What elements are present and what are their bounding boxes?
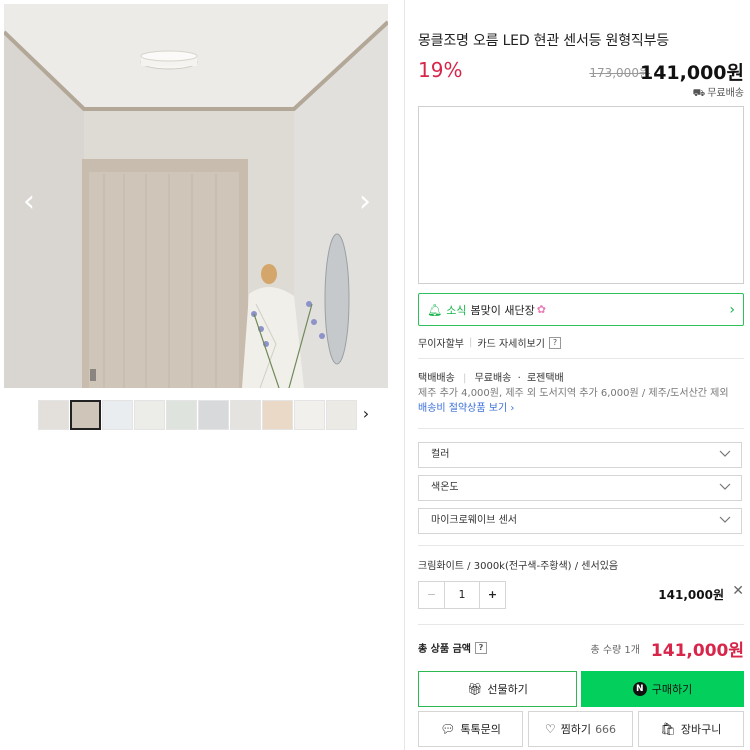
shipping-extra-fee: 제주 추가 4,000원, 제주 외 도서지역 추가 6,000원 / 제주/도… — [418, 388, 729, 399]
thumbnail[interactable] — [294, 400, 325, 430]
option-label: 색온도 — [431, 482, 459, 493]
separator: | — [469, 337, 473, 348]
panel-divider — [404, 0, 405, 750]
main-product-photo[interactable]: ‹ › — [4, 4, 388, 388]
free-shipping-label: 무료배송 — [707, 88, 744, 99]
option-label: 컬러 — [431, 449, 450, 460]
gift-icon: 🎁︎ — [467, 682, 483, 696]
total-price: 141,000원 — [650, 641, 744, 661]
shipping-info: 택배배송 | 무료배송 · 로젠택배 제주 추가 4,000원, 제주 외 도서… — [418, 373, 729, 414]
option-select-color[interactable]: 컬러 — [418, 442, 742, 468]
divider — [418, 358, 744, 359]
help-icon[interactable]: ? — [474, 641, 487, 654]
gift-button[interactable]: 🎁︎ 선물하기 — [418, 671, 577, 707]
shipping-method: 택배배송 — [418, 373, 455, 384]
shipping-saving-link[interactable]: 배송비 절약상품 보기 — [418, 403, 507, 414]
product-content-placeholder — [418, 106, 744, 284]
divider — [418, 428, 744, 429]
remove-option-button[interactable]: ✕ — [732, 583, 744, 599]
thumbnail[interactable] — [102, 400, 133, 430]
talk-label: 톡톡문의 — [460, 723, 501, 736]
increase-quantity-button[interactable]: + — [479, 582, 505, 608]
selected-option-price: 141,000원 — [658, 588, 724, 602]
thumbnail[interactable] — [198, 400, 229, 430]
option-select-sensor[interactable]: 마이크로웨이브 센서 — [418, 508, 742, 534]
divider — [418, 545, 744, 546]
product-title: 몽클조명 오름 LED 현관 센서등 원형직부등 — [418, 33, 669, 49]
thumbnail[interactable] — [134, 400, 165, 430]
chevron-right-icon: › — [729, 301, 735, 318]
news-tag: 소식 — [446, 303, 467, 317]
quantity-stepper: − 1 + — [418, 581, 506, 609]
total-price-label: 총 상품 금액 ? — [418, 640, 487, 655]
thumbnail[interactable] — [166, 400, 197, 430]
thumbnails-next-button[interactable]: › — [358, 404, 374, 423]
total-quantity: 총 수량 1개 — [590, 645, 640, 656]
interest-free-label: 무이자할부 — [418, 339, 464, 350]
thumbnail[interactable] — [38, 400, 69, 430]
flower-icon: ✿ — [536, 303, 546, 316]
gift-label: 선물하기 — [487, 683, 528, 696]
thumbnail[interactable] — [230, 400, 261, 430]
card-benefit-link[interactable]: 카드 자세히보기 — [477, 335, 545, 350]
hallway-photo-illustration — [4, 4, 388, 388]
selected-option-summary: 크림화이트 / 3000k(전구색-주황색) / 센서있음 — [418, 561, 619, 572]
decrease-quantity-button[interactable]: − — [419, 582, 445, 608]
total-label-text: 총 상품 금액 — [418, 644, 471, 655]
wishlist-button[interactable]: ♡ 찜하기 666 — [528, 711, 633, 747]
news-text: 봄맞이 새단장 — [470, 303, 535, 317]
naver-pay-icon: N — [632, 682, 647, 696]
divider — [418, 624, 744, 625]
chevron-down-icon — [719, 483, 731, 490]
discount-rate: 19% — [418, 58, 463, 82]
bell-icon: 🔔︎ — [427, 302, 443, 317]
chat-bubble-icon: 💬︎ — [440, 722, 456, 736]
chevron-right-icon: › — [510, 403, 515, 414]
free-shipping-badge: ⛟ 무료배송 — [693, 84, 744, 101]
shipping-carrier: 로젠택배 — [526, 373, 564, 384]
payment-benefits: 무이자할부 | 카드 자세히보기 ? — [418, 335, 561, 350]
cart-label: 장바구니 — [680, 723, 722, 736]
help-icon[interactable]: ? — [548, 336, 561, 349]
shopping-bag-icon: 🛍︎ — [660, 722, 676, 736]
option-label: 마이크로웨이브 센서 — [431, 515, 517, 526]
buy-now-button[interactable]: N 구매하기 — [581, 671, 744, 707]
previous-image-button[interactable]: ‹ — [16, 182, 42, 222]
sale-price: 141,000원 — [639, 62, 744, 84]
option-select-color-temperature[interactable]: 색온도 — [418, 475, 742, 501]
thumbnail[interactable] — [326, 400, 357, 430]
chevron-down-icon — [719, 516, 731, 523]
buy-label: 구매하기 — [651, 683, 693, 696]
next-image-button[interactable]: › — [352, 182, 378, 222]
heart-icon: ♡ — [544, 722, 556, 736]
thumbnail[interactable] — [262, 400, 293, 430]
chevron-down-icon — [719, 450, 731, 457]
product-gallery: ‹ › › — [0, 0, 388, 750]
thumbnail-strip — [38, 400, 357, 430]
thumbnail-active[interactable] — [70, 400, 101, 430]
wish-label: 찜하기 — [560, 723, 592, 736]
truck-icon: ⛟ — [692, 88, 706, 99]
quantity-value[interactable]: 1 — [445, 582, 479, 608]
talktalk-inquiry-button[interactable]: 💬︎ 톡톡문의 — [418, 711, 523, 747]
shipping-fee: 무료배송 — [474, 373, 512, 384]
cart-button[interactable]: 🛍︎ 장바구니 — [638, 711, 744, 747]
store-news-banner[interactable]: 🔔︎ 소식 봄맞이 새단장 ✿ › — [418, 293, 744, 326]
product-info-panel: 몽클조명 오름 LED 현관 센서등 원형직부등 19% 173,000원 14… — [418, 0, 744, 750]
wish-count: 666 — [595, 722, 617, 736]
